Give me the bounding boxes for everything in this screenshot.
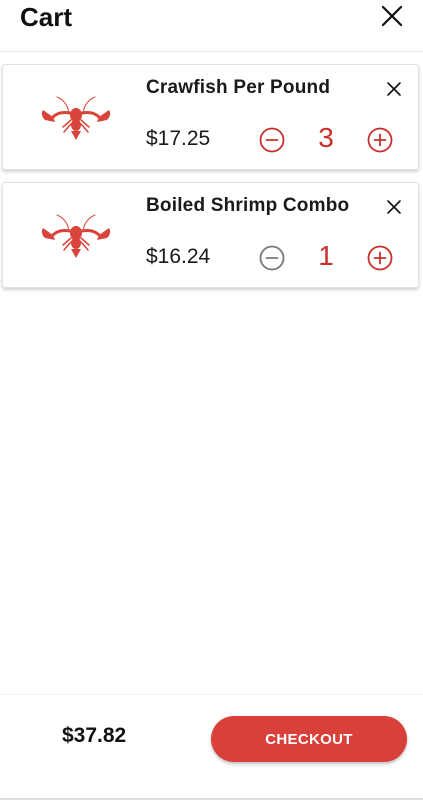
close-icon: [387, 82, 401, 96]
page-title: Cart: [20, 2, 73, 32]
crawfish-icon: [41, 214, 111, 258]
quantity-value: 3: [318, 122, 334, 153]
plus-circle-icon: [367, 245, 393, 271]
item-image: [39, 211, 113, 261]
item-name: Boiled Shrimp Combo: [146, 195, 350, 216]
minus-circle-icon: [259, 127, 285, 153]
remove-item-button[interactable]: [385, 80, 403, 98]
cart-item: Crawfish Per Pound $17.25 3: [2, 64, 419, 170]
cart-header: Cart: [0, 0, 423, 52]
close-icon: [381, 5, 403, 27]
item-price: $16.24: [146, 245, 211, 268]
item-price: $17.25: [146, 127, 211, 150]
increase-quantity-button[interactable]: [367, 127, 393, 153]
plus-circle-icon: [367, 127, 393, 153]
cart-screen: Cart Crawfish Per Pound $17.25 3 Boiled …: [0, 0, 423, 800]
checkout-button[interactable]: CHECKOUT: [211, 716, 407, 762]
cart-item: Boiled Shrimp Combo $16.24 1: [2, 182, 419, 288]
item-name: Crawfish Per Pound: [146, 77, 331, 98]
quantity-value: 1: [318, 240, 334, 271]
minus-circle-icon: [259, 245, 285, 271]
increase-quantity-button[interactable]: [367, 245, 393, 271]
crawfish-icon: [41, 96, 111, 140]
close-button[interactable]: [380, 4, 404, 28]
item-image: [39, 93, 113, 143]
decrease-quantity-button[interactable]: [259, 245, 285, 271]
decrease-quantity-button[interactable]: [259, 127, 285, 153]
remove-item-button[interactable]: [385, 198, 403, 216]
close-icon: [387, 200, 401, 214]
cart-total: $37.82: [62, 724, 127, 747]
cart-footer: $37.82 CHECKOUT: [0, 694, 423, 800]
